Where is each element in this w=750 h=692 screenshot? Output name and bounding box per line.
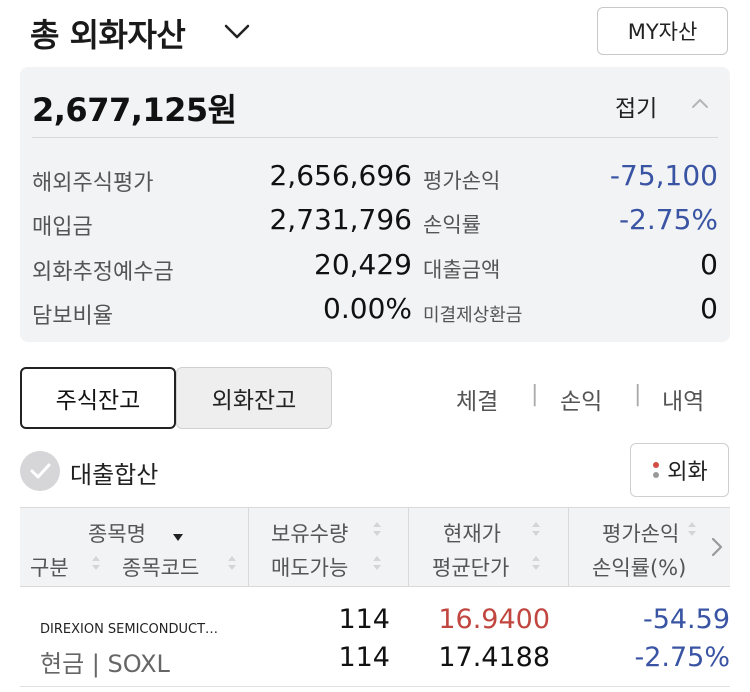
sort-icon[interactable]	[530, 554, 542, 572]
sort-desc-icon[interactable]	[172, 528, 184, 546]
stock-type-code: 현금 | SOXL	[40, 650, 170, 678]
col-header-avg-price[interactable]: 평균단가	[432, 552, 509, 582]
col-header-eval-pnl[interactable]: 평가손익	[602, 518, 679, 548]
column-divider	[568, 508, 569, 586]
col-header-type[interactable]: 구분	[30, 552, 69, 582]
loan-sum-checkbox[interactable]	[20, 451, 60, 491]
check-icon	[30, 463, 51, 479]
tab-stock-balance[interactable]: 주식잔고	[20, 367, 176, 429]
stock-name: DIREXION SEMICONDUCT…	[40, 622, 219, 637]
chevron-down-icon[interactable]	[222, 18, 252, 44]
collapse-button[interactable]: 접기	[615, 89, 657, 123]
collateral-ratio-label: 담보비율	[32, 304, 113, 329]
column-divider	[408, 508, 409, 586]
divider	[32, 137, 718, 138]
loan-sum-label[interactable]: 대출합산	[70, 455, 158, 490]
link-separator: |	[634, 382, 642, 407]
sort-icon[interactable]	[371, 520, 383, 538]
purchase-amount-label: 매입금	[32, 215, 93, 240]
col-header-pnl-rate[interactable]: 손익률(%)	[592, 552, 686, 582]
col-header-current-price[interactable]: 현재가	[443, 518, 501, 548]
pnl-rate: -2.75%	[634, 642, 730, 673]
eval-pnl-value: -75,100	[609, 159, 718, 192]
col-header-sellable[interactable]: 매도가능	[271, 552, 348, 582]
fx-deposit-label: 외화추정예수금	[32, 260, 174, 285]
unsettled-repayment-label: 미결제상환금	[423, 305, 523, 326]
fx-currency-button[interactable]: 외화	[630, 443, 729, 497]
overseas-stock-eval-label: 해외주식평가	[32, 171, 154, 196]
sort-icon[interactable]	[686, 520, 698, 538]
unsettled-repayment-value: 0	[700, 292, 718, 325]
toggle-dots-icon	[653, 462, 660, 478]
divider	[20, 686, 730, 687]
col-header-name[interactable]: 종목명	[88, 518, 146, 548]
header: 총 외화자산 MY자산	[0, 0, 750, 64]
holding-qty: 114	[338, 604, 390, 635]
sellable-qty: 114	[338, 642, 390, 673]
history-link[interactable]: 내역	[662, 382, 704, 416]
loan-amount-label: 대출금액	[423, 258, 501, 282]
execution-link[interactable]: 체결	[456, 382, 498, 416]
current-price: 16.9400	[438, 604, 550, 635]
my-assets-button[interactable]: MY자산	[597, 7, 728, 55]
sort-icon[interactable]	[226, 554, 238, 572]
column-divider	[248, 508, 249, 586]
pnl-link[interactable]: 손익	[560, 382, 602, 416]
link-separator: |	[531, 382, 539, 407]
pnl-rate-value: -2.75%	[618, 203, 718, 236]
table-header: 종목명 구분 종목코드 보유수량 매도가능 현재가 평균단가 평가손익 손익률(…	[20, 507, 730, 587]
sort-icon[interactable]	[371, 554, 383, 572]
pnl-rate-label: 손익률	[423, 213, 481, 237]
page-title[interactable]: 총 외화자산	[30, 10, 186, 56]
chevron-up-icon[interactable]	[690, 95, 710, 111]
eval-pnl: -54.59	[642, 604, 730, 635]
fx-button-label: 외화	[667, 460, 708, 485]
purchase-amount-value: 2,731,796	[269, 203, 412, 236]
total-amount: 2,677,125원	[32, 91, 237, 129]
summary-card: 2,677,125원 접기 해외주식평가 2,656,696 평가손익 -75,…	[20, 67, 730, 342]
sort-icon[interactable]	[530, 520, 542, 538]
col-header-holding-qty[interactable]: 보유수량	[271, 518, 348, 548]
tab-fx-balance[interactable]: 외화잔고	[176, 367, 332, 429]
avg-price: 17.4188	[438, 642, 550, 673]
fx-deposit-value: 20,429	[314, 248, 412, 281]
loan-amount-value: 0	[700, 248, 718, 281]
sort-icon[interactable]	[90, 554, 102, 572]
chevron-right-icon[interactable]	[710, 536, 724, 558]
overseas-stock-eval-value: 2,656,696	[269, 159, 412, 192]
col-header-code[interactable]: 종목코드	[122, 552, 199, 582]
eval-pnl-label: 평가손익	[423, 169, 501, 193]
collateral-ratio-value: 0.00%	[323, 292, 412, 325]
